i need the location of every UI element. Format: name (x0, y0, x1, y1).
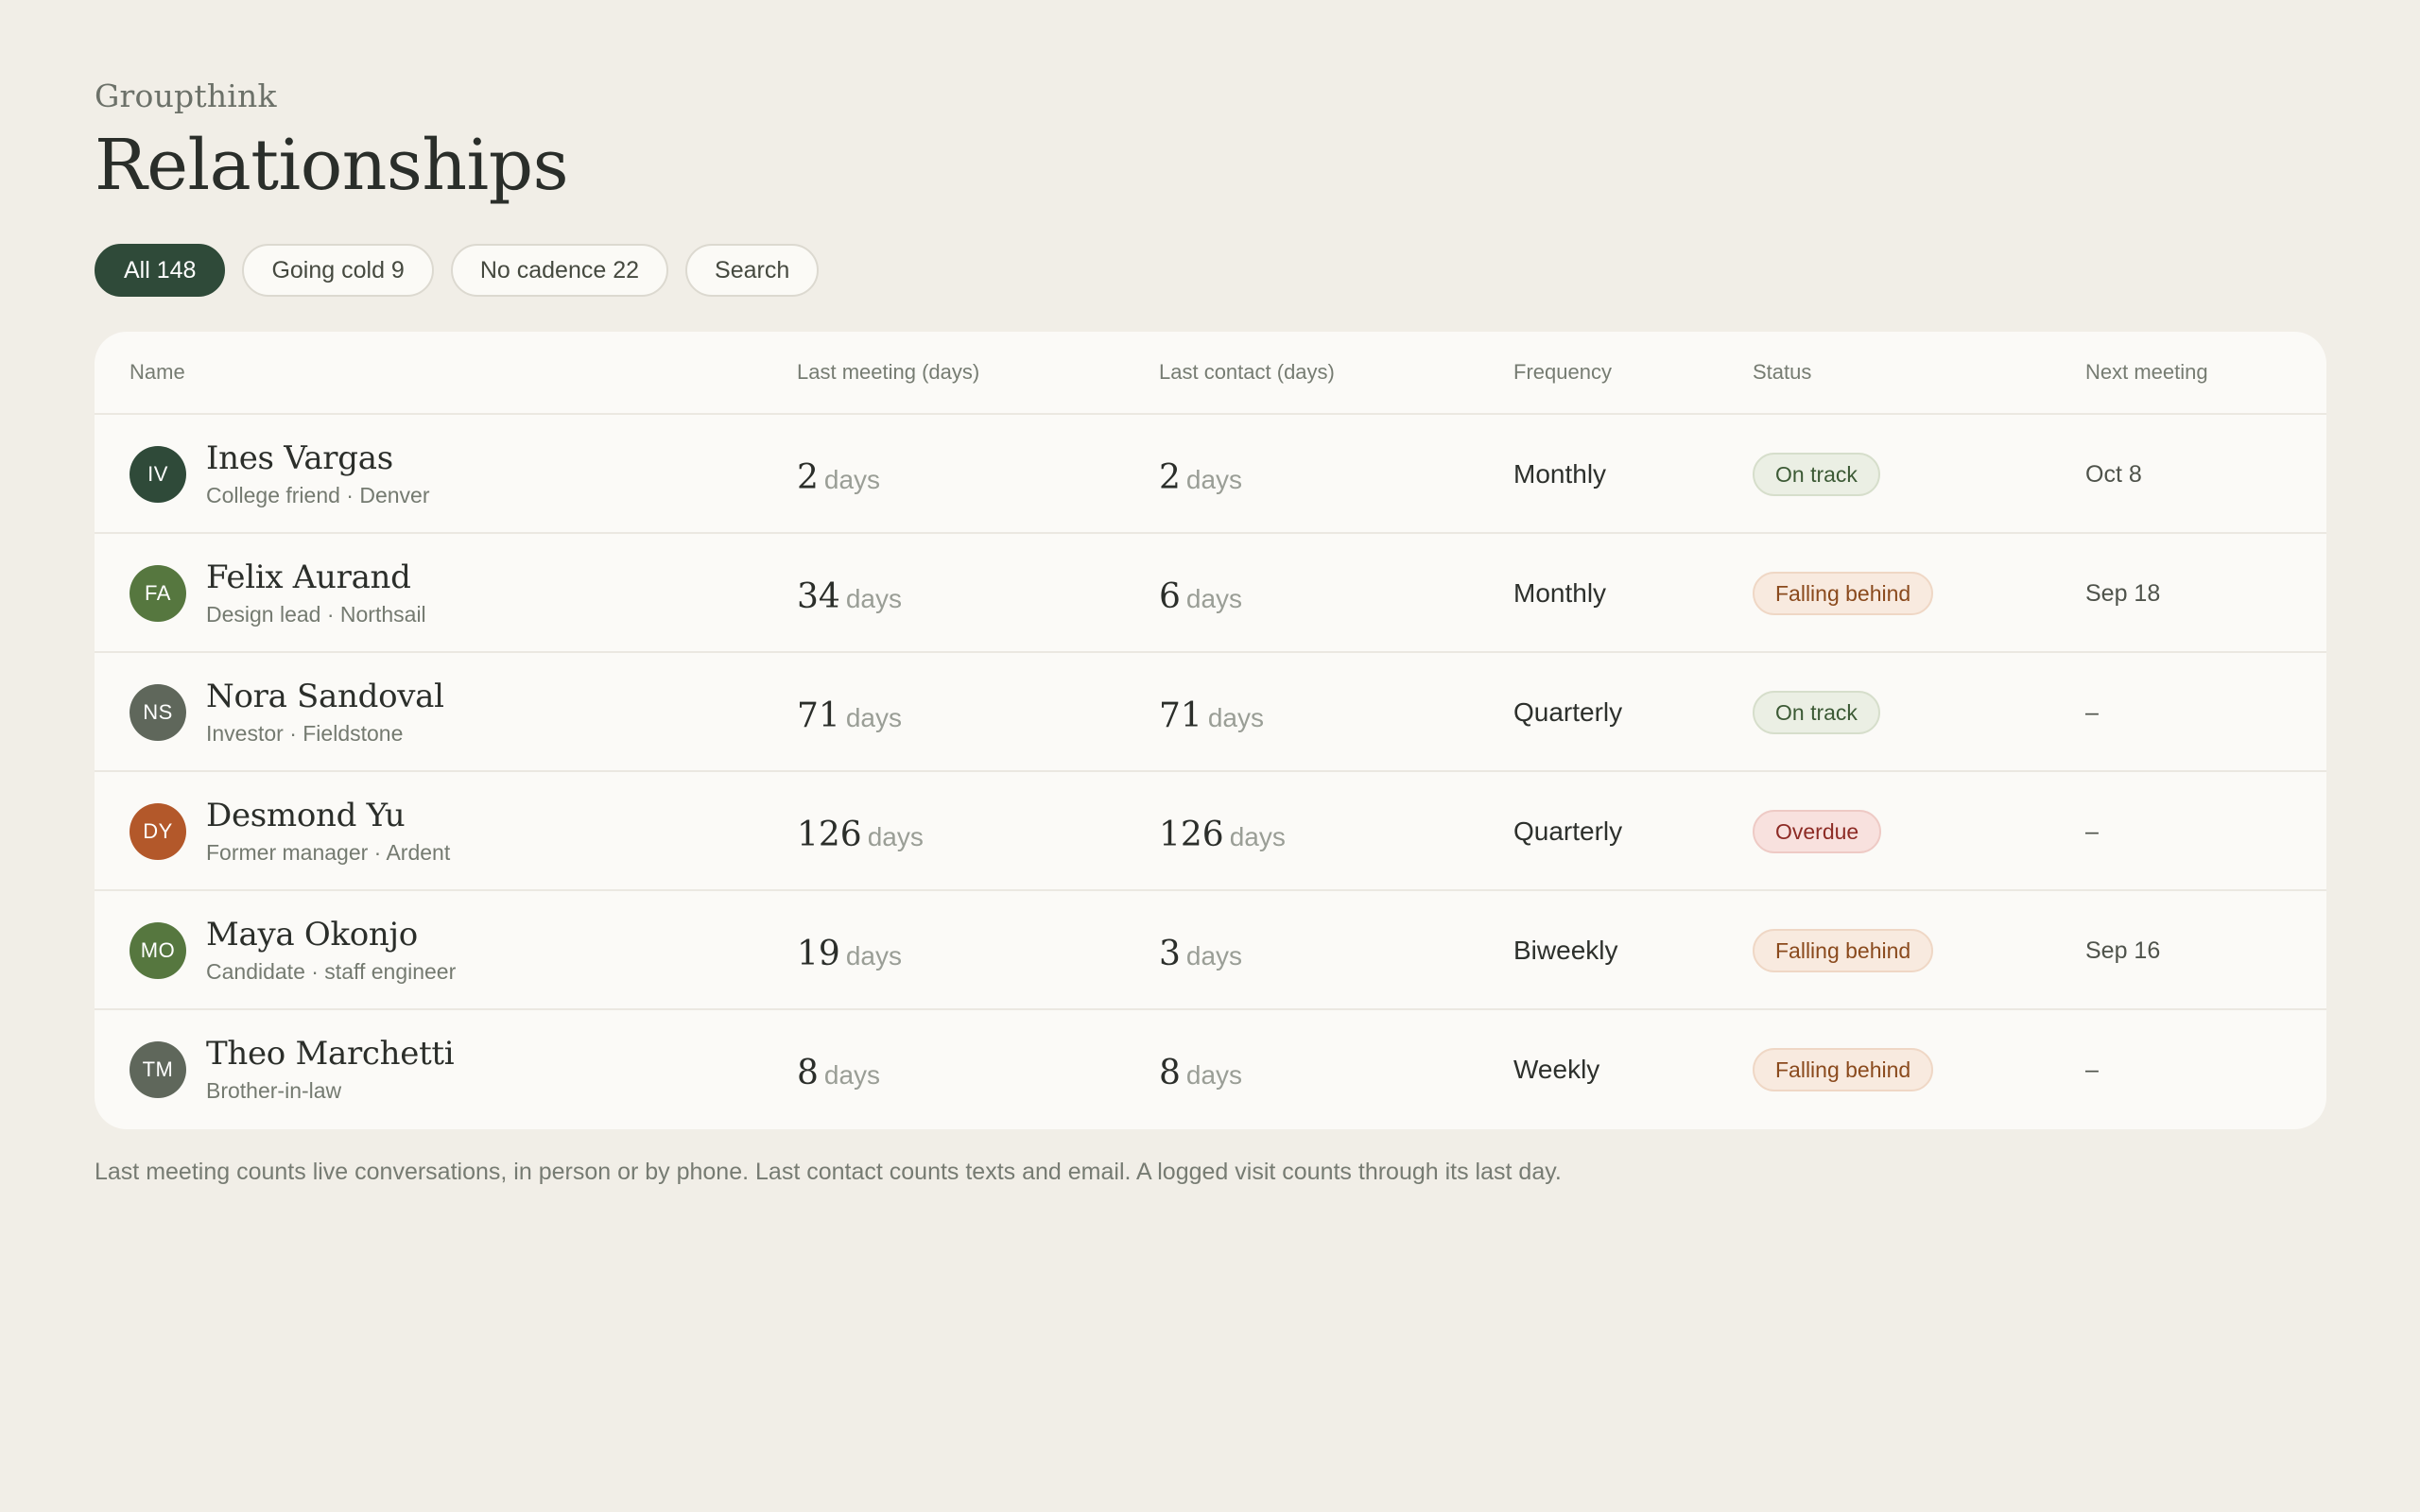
last-contact-value: 3 (1159, 935, 1181, 973)
next-meeting-cell: – (2085, 1057, 2099, 1083)
last-contact-value: 6 (1159, 577, 1181, 616)
status-badge: Falling behind (1753, 572, 1934, 615)
table-row[interactable]: DY Desmond Yu Former manager · Ardent 126 da… (95, 772, 2326, 891)
last-meeting-value: 71 (797, 696, 840, 735)
last-meeting-cell: 8 days (797, 1054, 880, 1092)
last-contact-cell: 3 days (1159, 935, 1242, 973)
person-subtitle: Brother-in-law (206, 1078, 342, 1103)
status-badge: On track (1753, 691, 1880, 734)
last-contact-cell: 126 days (1159, 816, 1286, 854)
person-name[interactable]: Theo Marchetti (206, 1035, 455, 1073)
frequency-cell: Quarterly (1513, 816, 1623, 846)
column-header-frequency[interactable]: Frequency (1513, 332, 1612, 413)
avatar: MO (130, 922, 186, 979)
days-unit: days (1185, 941, 1243, 971)
last-contact-cell: 2 days (1159, 458, 1242, 497)
last-meeting-cell: 2 days (797, 458, 880, 497)
days-unit: days (1185, 1060, 1243, 1090)
status-badge: Falling behind (1753, 929, 1934, 972)
status-badge: Overdue (1753, 810, 1882, 853)
person-name[interactable]: Desmond Yu (206, 797, 406, 834)
frequency-cell: Monthly (1513, 459, 1607, 489)
table-header: Name Last meeting (days) Last contact (d… (95, 332, 2326, 415)
last-meeting-cell: 126 days (797, 816, 924, 854)
person-subtitle: Former manager · Ardent (206, 840, 451, 865)
last-contact-value: 126 (1159, 816, 1224, 854)
last-meeting-value: 19 (797, 935, 840, 973)
person-name[interactable]: Maya Okonjo (206, 916, 418, 954)
next-meeting-cell: – (2085, 818, 2099, 845)
table-row[interactable]: NS Nora Sandoval Investor · Fieldstone 71 da… (95, 653, 2326, 772)
last-contact-value: 2 (1159, 458, 1181, 497)
last-meeting-cell: 71 days (797, 696, 902, 735)
avatar: FA (130, 565, 186, 622)
person-subtitle: Candidate · staff engineer (206, 959, 457, 984)
table-row[interactable]: MO Maya Okonjo Candidate · staff engineer 1… (95, 891, 2326, 1010)
status-badge: Falling behind (1753, 1048, 1934, 1091)
relationships-table: Name Last meeting (days) Last contact (d… (95, 332, 2326, 1129)
frequency-cell: Monthly (1513, 578, 1607, 608)
filter-chips: All 148 Going cold 9 No cadence 22 Searc… (95, 244, 820, 297)
last-meeting-value: 8 (797, 1054, 819, 1092)
filter-chip-going-cold[interactable]: Going cold 9 (242, 244, 434, 297)
last-contact-cell: 71 days (1159, 696, 1264, 735)
next-meeting-cell: Oct 8 (2085, 461, 2142, 488)
days-unit: days (867, 822, 924, 851)
days-unit: days (823, 465, 881, 494)
footnote: Last meeting counts live conversations, … (95, 1159, 1562, 1185)
avatar: IV (130, 446, 186, 503)
days-unit: days (845, 584, 902, 613)
days-unit: days (845, 941, 902, 971)
column-header-last-meeting[interactable]: Last meeting (days) (797, 332, 979, 413)
person-name[interactable]: Ines Vargas (206, 439, 393, 477)
last-contact-value: 8 (1159, 1054, 1181, 1092)
person-name[interactable]: Felix Aurand (206, 558, 411, 596)
filter-chip-no-cadence[interactable]: No cadence 22 (450, 244, 669, 297)
column-header-status[interactable]: Status (1753, 332, 1811, 413)
search-button[interactable]: Search (685, 244, 820, 297)
person-subtitle: Design lead · Northsail (206, 602, 426, 627)
days-unit: days (1207, 703, 1264, 732)
person-subtitle: Investor · Fieldstone (206, 721, 404, 746)
last-contact-cell: 6 days (1159, 577, 1242, 616)
last-contact-value: 71 (1159, 696, 1202, 735)
table-row[interactable]: IV Ines Vargas College friend · Denver 2 day… (95, 415, 2326, 534)
last-meeting-cell: 19 days (797, 935, 902, 973)
column-header-name[interactable]: Name (130, 332, 185, 413)
app-name: Groupthink (95, 77, 277, 114)
frequency-cell: Weekly (1513, 1055, 1600, 1084)
next-meeting-cell: – (2085, 699, 2099, 726)
last-meeting-value: 126 (797, 816, 862, 854)
column-header-next-meeting[interactable]: Next meeting (2085, 332, 2208, 413)
person-subtitle: College friend · Denver (206, 483, 430, 507)
last-meeting-value: 34 (797, 577, 840, 616)
days-unit: days (1185, 465, 1243, 494)
next-meeting-cell: Sep 16 (2085, 937, 2161, 964)
column-header-last-contact[interactable]: Last contact (days) (1159, 332, 1335, 413)
avatar: NS (130, 684, 186, 741)
filter-chip-all[interactable]: All 148 (95, 244, 226, 297)
avatar: TM (130, 1041, 186, 1098)
person-name[interactable]: Nora Sandoval (206, 678, 444, 715)
next-meeting-cell: Sep 18 (2085, 580, 2161, 607)
table-row[interactable]: TM Theo Marchetti Brother-in-law 8 days 8 days… (95, 1010, 2326, 1129)
avatar: DY (130, 803, 186, 860)
days-unit: days (1185, 584, 1243, 613)
days-unit: days (823, 1060, 881, 1090)
frequency-cell: Biweekly (1513, 936, 1618, 965)
days-unit: days (1229, 822, 1286, 851)
last-meeting-cell: 34 days (797, 577, 902, 616)
page-title: Relationships (95, 125, 569, 206)
status-badge: On track (1753, 453, 1880, 496)
last-contact-cell: 8 days (1159, 1054, 1242, 1092)
frequency-cell: Quarterly (1513, 697, 1623, 727)
days-unit: days (845, 703, 902, 732)
table-row[interactable]: FA Felix Aurand Design lead · Northsail 34 d… (95, 534, 2326, 653)
last-meeting-value: 2 (797, 458, 819, 497)
